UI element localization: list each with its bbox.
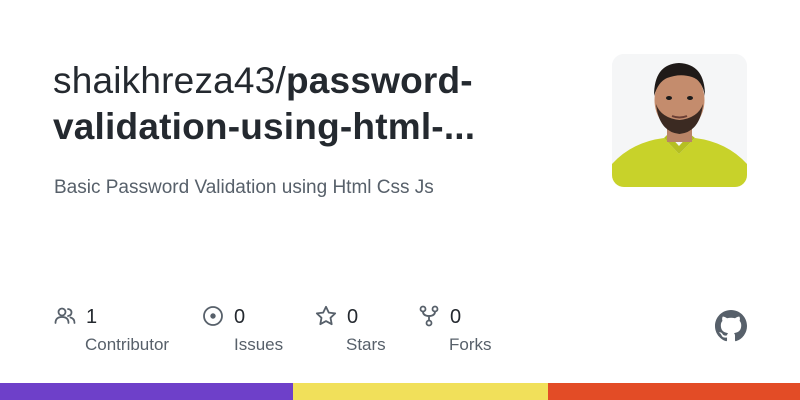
stat-label: Contributor (85, 335, 170, 354)
stat-value: 0 (347, 306, 359, 328)
repo-name-line1: password- (285, 60, 473, 101)
repo-owner: shaikhreza43/ (53, 60, 286, 101)
stat-label: Forks (449, 335, 492, 354)
stat-label: Stars (346, 335, 386, 354)
stat-value: 1 (86, 306, 98, 328)
avatar (612, 54, 747, 187)
issue-icon (202, 305, 224, 327)
github-logo-icon[interactable] (715, 310, 747, 342)
language-bar-yellow (293, 383, 548, 400)
fork-icon (418, 305, 440, 327)
repo-description: Basic Password Validation using Html Css… (54, 177, 434, 198)
stat-value: 0 (234, 306, 246, 328)
star-icon (315, 305, 337, 327)
language-bar-orange (548, 383, 800, 400)
avatar-photo (612, 54, 747, 187)
language-bar-purple (0, 383, 293, 400)
stat-label: Issues (234, 335, 284, 354)
stat-value: 0 (450, 306, 462, 328)
repo-name-line2: validation-using-html-... (53, 106, 476, 147)
people-icon (54, 305, 76, 327)
repo-title: shaikhreza43/password- validation-using-… (53, 58, 553, 150)
